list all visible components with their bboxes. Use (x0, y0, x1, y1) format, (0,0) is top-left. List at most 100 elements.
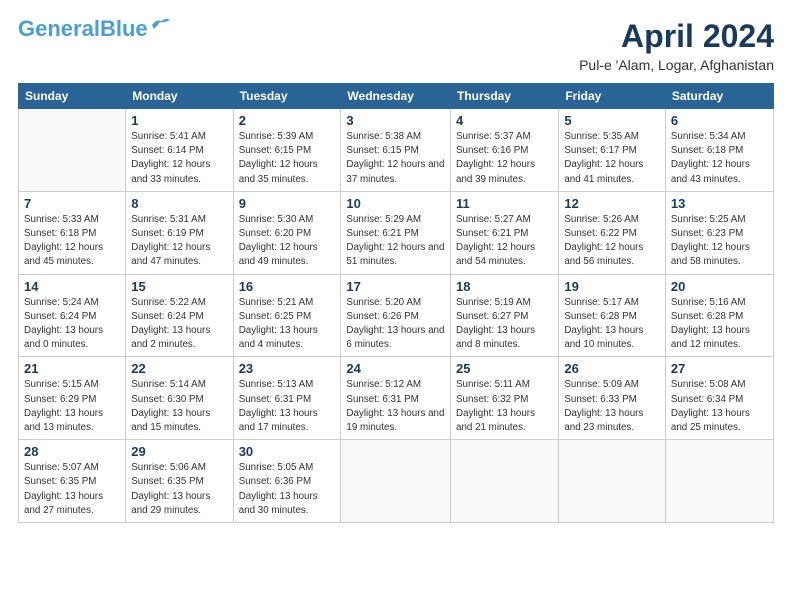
col-tuesday: Tuesday (233, 84, 341, 109)
table-row (19, 109, 126, 192)
table-row: 15Sunrise: 5:22 AMSunset: 6:24 PMDayligh… (126, 274, 233, 357)
cell-info: Sunrise: 5:19 AMSunset: 6:27 PMDaylight:… (456, 296, 553, 353)
table-row: 11 Sunrise: 5:27 AMSunset: 6:21 PMDayligh… (451, 191, 559, 274)
table-row: 24Sunrise: 5:12 AMSunset: 6:31 PMDayligh… (341, 357, 451, 440)
calendar-week-row: 1Sunrise: 5:41 AMSunset: 6:14 PMDaylight… (19, 109, 774, 192)
cell-info: Sunrise: 5:29 AMSunset: 6:21 PMDaylight:… (346, 213, 445, 270)
cell-info: Sunrise: 5:30 AMSunset: 6:20 PMDaylight:… (239, 213, 336, 270)
cell-info: Sunrise: 5:14 AMSunset: 6:30 PMDaylight:… (131, 378, 227, 435)
day-number: 23 (239, 361, 336, 376)
table-row: 16Sunrise: 5:21 AMSunset: 6:25 PMDayligh… (233, 274, 341, 357)
table-row: 7 Sunrise: 5:33 AMSunset: 6:18 PMDaylight… (19, 191, 126, 274)
cell-info: Sunrise: 5:15 AMSunset: 6:29 PMDaylight:… (24, 378, 120, 435)
table-row: 14 Sunrise: 5:24 AMSunset: 6:24 PMDayligh… (19, 274, 126, 357)
table-row: 23 Sunrise: 5:13 AMSunset: 6:31 PMDayligh… (233, 357, 341, 440)
cell-info: Sunrise: 5:12 AMSunset: 6:31 PMDaylight:… (346, 378, 445, 435)
cell-info: Sunrise: 5:17 AMSunset: 6:28 PMDaylight:… (564, 296, 660, 353)
col-saturday: Saturday (665, 84, 773, 109)
day-number: 28 (24, 444, 120, 459)
cell-info: Sunrise: 5:11 AMSunset: 6:32 PMDaylight:… (456, 378, 553, 435)
cell-info: Sunrise: 5:33 AMSunset: 6:18 PMDaylight:… (24, 213, 120, 270)
day-number: 29 (131, 444, 227, 459)
cell-info: Sunrise: 5:21 AMSunset: 6:25 PMDaylight:… (239, 296, 336, 353)
table-row: 4Sunrise: 5:37 AMSunset: 6:16 PMDaylight… (451, 109, 559, 192)
table-row: 5 Sunrise: 5:35 AMSunset: 6:17 PMDaylight… (559, 109, 666, 192)
table-row: 29 Sunrise: 5:06 AMSunset: 6:35 PMDayligh… (126, 440, 233, 523)
cell-info: Sunrise: 5:31 AMSunset: 6:19 PMDaylight:… (131, 213, 227, 270)
day-number: 20 (671, 279, 768, 294)
page-container: GeneralBlue April 2024 Pul-e 'Alam, Loga… (0, 0, 792, 533)
table-row: 28 Sunrise: 5:07 AMSunset: 6:35 PMDayligh… (19, 440, 126, 523)
day-number: 18 (456, 279, 553, 294)
day-number: 2 (239, 113, 336, 128)
cell-info: Sunrise: 5:05 AMSunset: 6:36 PMDaylight:… (239, 461, 336, 518)
cell-info: Sunrise: 5:09 AMSunset: 6:33 PMDaylight:… (564, 378, 660, 435)
header: GeneralBlue April 2024 Pul-e 'Alam, Loga… (18, 18, 774, 73)
day-number: 5 (564, 113, 660, 128)
cell-info: Sunrise: 5:13 AMSunset: 6:31 PMDaylight:… (239, 378, 336, 435)
table-row: 8 Sunrise: 5:31 AMSunset: 6:19 PMDaylight… (126, 191, 233, 274)
calendar-header-row: Sunday Monday Tuesday Wednesday Thursday… (19, 84, 774, 109)
cell-info: Sunrise: 5:24 AMSunset: 6:24 PMDaylight:… (24, 296, 120, 353)
table-row: 6Sunrise: 5:34 AMSunset: 6:18 PMDaylight… (665, 109, 773, 192)
day-number: 21 (24, 361, 120, 376)
day-number: 14 (24, 279, 120, 294)
logo: GeneralBlue (18, 18, 172, 40)
table-row (665, 440, 773, 523)
table-row (341, 440, 451, 523)
cell-info: Sunrise: 5:06 AMSunset: 6:35 PMDaylight:… (131, 461, 227, 518)
day-number: 22 (131, 361, 227, 376)
month-title: April 2024 (579, 18, 774, 55)
col-thursday: Thursday (451, 84, 559, 109)
day-number: 11 (456, 196, 553, 211)
table-row: 12Sunrise: 5:26 AMSunset: 6:22 PMDayligh… (559, 191, 666, 274)
table-row: 20Sunrise: 5:16 AMSunset: 6:28 PMDayligh… (665, 274, 773, 357)
table-row: 22 Sunrise: 5:14 AMSunset: 6:30 PMDayligh… (126, 357, 233, 440)
cell-info: Sunrise: 5:20 AMSunset: 6:26 PMDaylight:… (346, 296, 445, 353)
day-number: 9 (239, 196, 336, 211)
day-number: 26 (564, 361, 660, 376)
col-friday: Friday (559, 84, 666, 109)
calendar-week-row: 28 Sunrise: 5:07 AMSunset: 6:35 PMDayligh… (19, 440, 774, 523)
cell-info: Sunrise: 5:41 AMSunset: 6:14 PMDaylight:… (131, 130, 227, 187)
table-row: 27 Sunrise: 5:08 AMSunset: 6:34 PMDayligh… (665, 357, 773, 440)
table-row: 10 Sunrise: 5:29 AMSunset: 6:21 PMDayligh… (341, 191, 451, 274)
col-wednesday: Wednesday (341, 84, 451, 109)
table-row: 1Sunrise: 5:41 AMSunset: 6:14 PMDaylight… (126, 109, 233, 192)
day-number: 6 (671, 113, 768, 128)
day-number: 27 (671, 361, 768, 376)
table-row: 3Sunrise: 5:38 AMSunset: 6:15 PMDaylight… (341, 109, 451, 192)
cell-info: Sunrise: 5:08 AMSunset: 6:34 PMDaylight:… (671, 378, 768, 435)
table-row: 2Sunrise: 5:39 AMSunset: 6:15 PMDaylight… (233, 109, 341, 192)
col-monday: Monday (126, 84, 233, 109)
calendar-week-row: 14 Sunrise: 5:24 AMSunset: 6:24 PMDayligh… (19, 274, 774, 357)
day-number: 15 (131, 279, 227, 294)
cell-info: Sunrise: 5:27 AMSunset: 6:21 PMDaylight:… (456, 213, 553, 270)
cell-info: Sunrise: 5:37 AMSunset: 6:16 PMDaylight:… (456, 130, 553, 187)
location: Pul-e 'Alam, Logar, Afghanistan (579, 57, 774, 73)
day-number: 12 (564, 196, 660, 211)
cell-info: Sunrise: 5:07 AMSunset: 6:35 PMDaylight:… (24, 461, 120, 518)
calendar-week-row: 7 Sunrise: 5:33 AMSunset: 6:18 PMDaylight… (19, 191, 774, 274)
title-block: April 2024 Pul-e 'Alam, Logar, Afghanist… (579, 18, 774, 73)
table-row (451, 440, 559, 523)
day-number: 17 (346, 279, 445, 294)
logo-text: GeneralBlue (18, 18, 148, 40)
table-row: 19Sunrise: 5:17 AMSunset: 6:28 PMDayligh… (559, 274, 666, 357)
cell-info: Sunrise: 5:38 AMSunset: 6:15 PMDaylight:… (346, 130, 445, 187)
table-row (559, 440, 666, 523)
cell-info: Sunrise: 5:25 AMSunset: 6:23 PMDaylight:… (671, 213, 768, 270)
table-row: 13Sunrise: 5:25 AMSunset: 6:23 PMDayligh… (665, 191, 773, 274)
table-row: 9 Sunrise: 5:30 AMSunset: 6:20 PMDaylight… (233, 191, 341, 274)
cell-info: Sunrise: 5:35 AMSunset: 6:17 PMDaylight:… (564, 130, 660, 187)
day-number: 8 (131, 196, 227, 211)
calendar-week-row: 21 Sunrise: 5:15 AMSunset: 6:29 PMDayligh… (19, 357, 774, 440)
calendar-table: Sunday Monday Tuesday Wednesday Thursday… (18, 83, 774, 523)
table-row: 26 Sunrise: 5:09 AMSunset: 6:33 PMDayligh… (559, 357, 666, 440)
table-row: 25Sunrise: 5:11 AMSunset: 6:32 PMDayligh… (451, 357, 559, 440)
day-number: 10 (346, 196, 445, 211)
table-row: 30Sunrise: 5:05 AMSunset: 6:36 PMDayligh… (233, 440, 341, 523)
table-row: 18 Sunrise: 5:19 AMSunset: 6:27 PMDayligh… (451, 274, 559, 357)
col-sunday: Sunday (19, 84, 126, 109)
day-number: 7 (24, 196, 120, 211)
